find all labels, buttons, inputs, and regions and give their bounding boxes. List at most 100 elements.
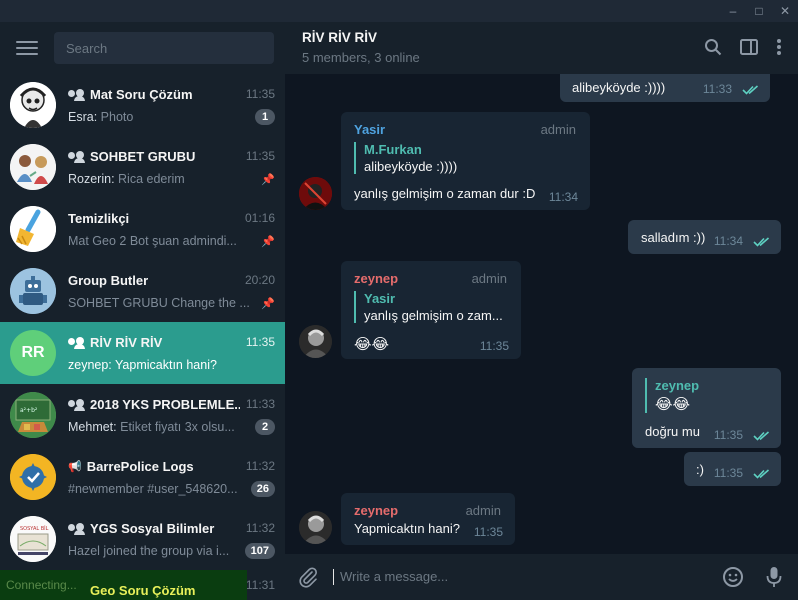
sidebar-toggle-icon[interactable]	[740, 39, 758, 55]
group-icon	[68, 88, 85, 101]
chat-item-2018-yks[interactable]: a²+b² 2018 YKS PROBLEMLE... 11:33 Mehmet…	[0, 384, 285, 446]
avatar	[10, 206, 56, 252]
search-icon[interactable]	[704, 38, 722, 56]
avatar	[10, 144, 56, 190]
read-check-icon	[753, 431, 770, 441]
svg-text:SOSYAL BİL: SOSYAL BİL	[20, 525, 49, 532]
chat-name: YGS Sosyal Bilimler	[90, 520, 215, 536]
megaphone-icon: 📢	[68, 460, 82, 473]
chat-preview: SOHBET GRUBU Change the ...	[68, 296, 250, 310]
message-outgoing[interactable]: alibeyköyde :)))) 11:33	[560, 74, 770, 102]
message-time: 11:35	[479, 339, 509, 353]
chat-item-temizlikci[interactable]: Temizlikçi 01:16 Mat Geo 2 Bot şuan admi…	[0, 198, 285, 260]
message-incoming[interactable]: Yasir admin M.Furkan alibeyköyde :)))) y…	[341, 112, 590, 210]
avatar[interactable]	[299, 511, 332, 544]
chat-item-mat-soru-cozum[interactable]: Mat Soru Çözüm 11:35 Esra: Photo 1	[0, 74, 285, 136]
message-sender[interactable]: zeynep	[354, 503, 398, 518]
message-input[interactable]: Write a message...	[333, 569, 722, 585]
chat-preview: Esra: Photo	[68, 110, 134, 124]
message-text: yanlış gelmişim o zaman dur :D	[354, 186, 536, 201]
group-icon	[68, 522, 85, 535]
emoji-icon[interactable]	[722, 566, 744, 588]
chat-name: Mat Soru Çözüm	[90, 86, 193, 102]
group-icon	[68, 398, 85, 411]
reply-preview[interactable]: M.Furkan alibeyköyde :))))	[354, 142, 574, 174]
chat-time: 11:31	[245, 578, 275, 592]
admin-badge: admin	[471, 271, 507, 286]
chat-item-barrepolice-logs[interactable]: 📢 BarrePolice Logs 11:32 #newmember #use…	[0, 446, 285, 508]
minimize-button[interactable]: –	[720, 0, 746, 22]
pin-icon: 📌	[261, 235, 275, 248]
group-icon	[68, 336, 85, 349]
message-time: 11:34	[548, 190, 578, 204]
chat-list-panel: Search Mat Soru Çözüm 11:35 Esra: Photo …	[0, 22, 285, 600]
avatar[interactable]	[299, 177, 332, 210]
chat-preview: Rozerin: Rica ederim	[68, 172, 185, 186]
chat-header: RİV RİV RİV 5 members, 3 online	[285, 22, 798, 74]
reply-preview[interactable]: zeynep 😂😂	[645, 378, 765, 413]
read-check-icon	[753, 469, 770, 479]
search-input[interactable]: Search	[54, 32, 274, 64]
avatar: a²+b²	[10, 392, 56, 438]
svg-text:a²+b²: a²+b²	[20, 407, 38, 414]
message-outgoing[interactable]: zeynep 😂😂 doğru mu 11:35	[632, 368, 781, 448]
message-time: 11:35	[713, 428, 743, 442]
avatar: SOSYAL BİL	[10, 516, 56, 562]
avatar[interactable]	[299, 325, 332, 358]
group-icon	[68, 150, 85, 163]
chat-item-riv-riv-riv[interactable]: RR RİV RİV RİV 11:35 zeynep: Yapmicaktın…	[0, 322, 285, 384]
message-sender[interactable]: zeynep	[354, 271, 398, 286]
read-check-icon	[753, 237, 770, 247]
chat-name: BarrePolice Logs	[86, 458, 194, 474]
chat-time: 11:32	[245, 521, 275, 535]
avatar: RR	[10, 330, 56, 376]
avatar	[10, 82, 56, 128]
chat-item-sohbet-grubu[interactable]: SOHBET GRUBU 11:35 Rozerin: Rica ederim …	[0, 136, 285, 198]
message-sender[interactable]: Yasir	[354, 122, 385, 137]
message-list: alibeyköyde :)))) 11:33 Yasir admin M.Fu…	[285, 74, 798, 554]
unread-badge: 2	[255, 419, 275, 435]
chat-time: 11:35	[245, 335, 275, 349]
admin-badge: admin	[540, 122, 576, 137]
conversation-panel: RİV RİV RİV 5 members, 3 online alibeykö…	[285, 22, 798, 600]
message-text: doğru mu	[645, 424, 700, 439]
chat-preview: #newmember #user_548620...	[68, 482, 238, 496]
message-outgoing[interactable]: :) 11:35	[684, 452, 781, 486]
attach-icon[interactable]	[297, 566, 319, 588]
chat-name: 2018 YKS PROBLEMLE...	[90, 396, 240, 412]
window-titlebar: – □ ✕	[0, 0, 798, 22]
avatar	[10, 268, 56, 314]
message-time: 11:35	[473, 525, 503, 539]
chat-time: 11:35	[245, 87, 275, 101]
chat-preview: Mat Geo 2 Bot şuan admindi...	[68, 234, 237, 248]
chat-time: 11:35	[245, 149, 275, 163]
chat-time: 20:20	[244, 273, 275, 287]
chat-name: SOHBET GRUBU	[90, 148, 196, 164]
close-button[interactable]: ✕	[772, 0, 798, 22]
chat-time: 11:32	[245, 459, 275, 473]
avatar	[10, 454, 56, 500]
message-time: 11:34	[713, 234, 743, 248]
unread-badge: 26	[250, 481, 275, 497]
message-incoming[interactable]: zeynep admin Yapmicaktın hani? 11:35	[341, 493, 515, 545]
chat-name: Group Butler	[68, 272, 149, 288]
message-composer: Write a message...	[285, 554, 798, 600]
sidebar-header: Search	[0, 22, 285, 74]
telegram-window: – □ ✕ Search Mat Soru Çözüm 11:35 Esra: …	[0, 0, 798, 600]
microphone-icon[interactable]	[766, 566, 782, 588]
message-time: 11:35	[713, 466, 743, 480]
chat-time: 01:16	[244, 211, 275, 225]
maximize-button[interactable]: □	[746, 0, 772, 22]
menu-icon[interactable]	[16, 41, 38, 55]
more-options-icon[interactable]	[776, 38, 782, 56]
reply-preview[interactable]: Yasir yanlış gelmişim o zam...	[354, 291, 506, 323]
pin-icon: 📌	[261, 173, 275, 186]
chat-item-group-butler[interactable]: Group Butler 20:20 SOHBET GRUBU Change t…	[0, 260, 285, 322]
chat-item-ygs-sosyal-bilimler[interactable]: SOSYAL BİL YGS Sosyal Bilimler 11:32 Haz…	[0, 508, 285, 570]
chat-preview: zeynep: Yapmicaktın hani?	[68, 358, 217, 372]
chat-time: 11:33	[245, 397, 275, 411]
message-outgoing[interactable]: salladım :)) 11:34	[628, 220, 781, 254]
message-incoming[interactable]: zeynep admin Yasir yanlış gelmişim o zam…	[341, 261, 521, 359]
chat-name: RİV RİV RİV	[90, 334, 163, 350]
unread-badge: 1	[255, 109, 275, 125]
